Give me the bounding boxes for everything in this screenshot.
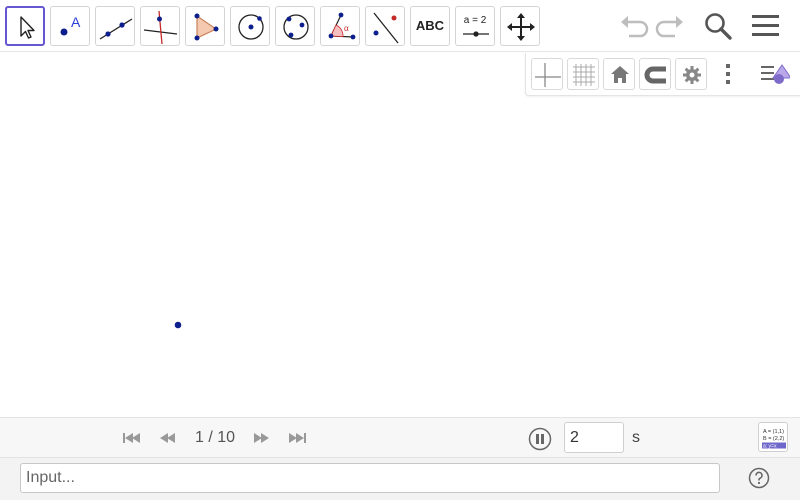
text-tool-label: ABC bbox=[415, 18, 445, 33]
slide-counter: 1 / 10 bbox=[194, 429, 236, 446]
grid-icon bbox=[573, 64, 595, 86]
axes-toggle-button[interactable] bbox=[531, 58, 563, 90]
circle-center-point-icon bbox=[238, 14, 264, 40]
graphics-style-bar bbox=[525, 53, 800, 96]
skip-first-icon[interactable] bbox=[121, 428, 143, 448]
cursor-arrow-icon bbox=[20, 16, 35, 39]
redo-icon[interactable] bbox=[652, 8, 688, 44]
pause-icon[interactable] bbox=[528, 427, 552, 451]
point-tool[interactable]: A bbox=[50, 6, 90, 46]
polygon-icon bbox=[194, 13, 219, 41]
algebra-line-2: B = (2,2) bbox=[763, 436, 784, 442]
axes-icon bbox=[535, 63, 561, 87]
line-tool[interactable] bbox=[95, 6, 135, 46]
move-arrows-icon bbox=[507, 13, 535, 41]
angle-tool[interactable]: α bbox=[320, 6, 360, 46]
grid-toggle-button[interactable] bbox=[567, 58, 599, 90]
circle-three-points-tool[interactable] bbox=[275, 6, 315, 46]
standard-view-button[interactable] bbox=[603, 58, 635, 90]
move-tool[interactable] bbox=[5, 6, 45, 46]
algebra-view-icon: A = (1,1) B = (2,2) a: y=x bbox=[762, 429, 786, 450]
settings-icon bbox=[683, 66, 701, 84]
toolbar: A α ABC a = 2 bbox=[0, 0, 800, 52]
reflect-about-line-icon bbox=[373, 12, 399, 44]
more-vertical-icon[interactable] bbox=[712, 58, 744, 90]
algebra-view-toggle-button[interactable]: A = (1,1) B = (2,2) a: y=x bbox=[758, 422, 788, 452]
step-forward-icon[interactable] bbox=[250, 428, 272, 448]
point-capturing-button[interactable] bbox=[639, 58, 671, 90]
move-graphics-view-tool[interactable] bbox=[500, 6, 540, 46]
perpendicular-line-tool[interactable] bbox=[140, 6, 180, 46]
line-through-points-icon bbox=[99, 18, 133, 40]
home-icon bbox=[611, 66, 629, 83]
snap-icon bbox=[644, 66, 666, 84]
style-bar-toggle-icon[interactable] bbox=[758, 58, 790, 90]
text-tool[interactable]: ABC bbox=[410, 6, 450, 46]
graphics-view[interactable] bbox=[0, 53, 800, 417]
animation-bar: 1 / 10 s A = (1,1) B = (2,2) a: y=x bbox=[0, 417, 800, 457]
graphics-settings-button[interactable] bbox=[675, 58, 707, 90]
input-bar bbox=[0, 457, 800, 500]
circle-three-points-icon bbox=[283, 14, 309, 40]
slider-tool[interactable]: a = 2 bbox=[455, 6, 495, 46]
search-icon[interactable] bbox=[700, 8, 736, 44]
angle-icon: α bbox=[328, 12, 356, 40]
undo-icon[interactable] bbox=[616, 8, 652, 44]
slider-icon bbox=[463, 31, 489, 37]
perpendicular-line-icon bbox=[143, 10, 178, 45]
point-label-glyph: A bbox=[71, 14, 81, 30]
menu-icon[interactable] bbox=[748, 8, 784, 44]
algebra-line-1: A = (1,1) bbox=[763, 429, 784, 435]
graphics-canvas[interactable] bbox=[0, 53, 800, 417]
algebra-input-field[interactable] bbox=[20, 463, 720, 493]
animation-speed-input[interactable] bbox=[564, 422, 624, 453]
algebra-line-3: a: y=x bbox=[763, 444, 777, 450]
angle-alpha-glyph: α bbox=[344, 23, 349, 33]
reflect-tool[interactable] bbox=[365, 6, 405, 46]
skip-last-icon[interactable] bbox=[286, 428, 308, 448]
speed-unit-label: s bbox=[632, 429, 640, 446]
circle-tool[interactable] bbox=[230, 6, 270, 46]
help-icon[interactable] bbox=[748, 467, 770, 489]
step-back-icon[interactable] bbox=[157, 428, 179, 448]
polygon-tool[interactable] bbox=[185, 6, 225, 46]
point-icon: A bbox=[60, 14, 81, 36]
point-a[interactable] bbox=[174, 321, 182, 329]
